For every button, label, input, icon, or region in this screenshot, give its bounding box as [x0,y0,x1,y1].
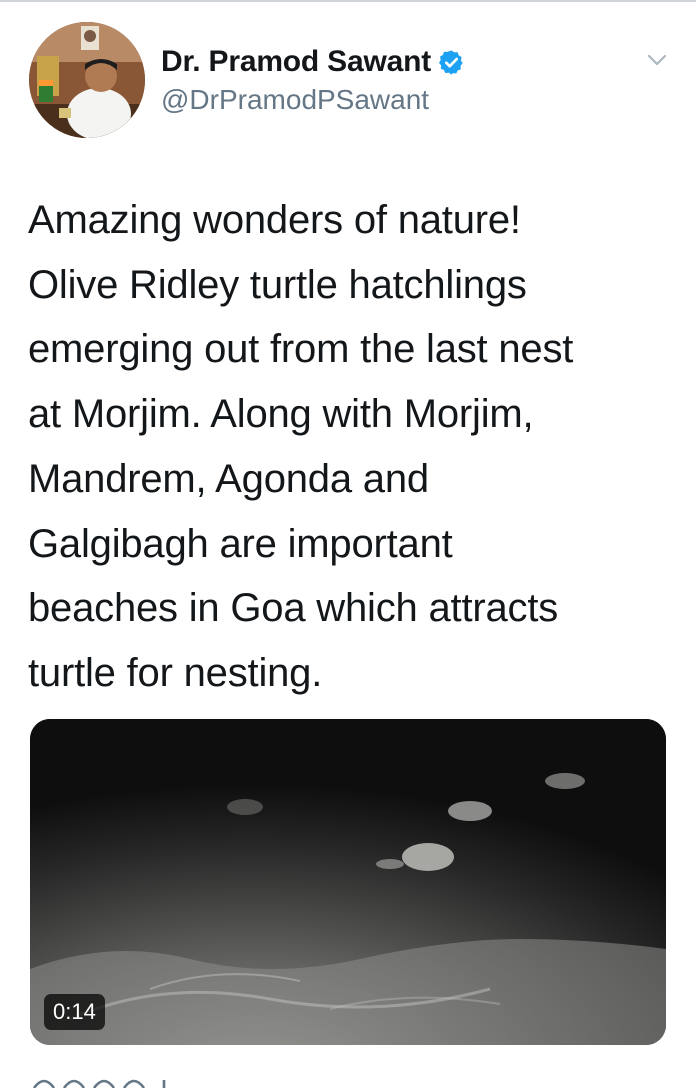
chevron-down-icon[interactable] [646,52,668,68]
tweet-text-line: beaches in Goa which attracts [28,586,559,631]
author-name-row: Dr. Pramod Sawant [161,44,465,80]
top-divider [0,0,696,2]
tweet-text-line: emerging out from the last nest [28,327,574,372]
views-count-partial [30,1058,190,1088]
tweet-text-line: Mandrem, Agonda and [28,456,429,501]
avatar[interactable] [29,22,145,138]
tweet-text-line: Olive Ridley turtle hatchlings [28,262,527,307]
video-thumbnail [30,719,666,1045]
verified-badge-icon [439,49,463,75]
views-count-cutoff [32,1079,166,1088]
avatar-photo [29,22,145,138]
tweet-text-line: Amazing wonders of nature! [28,198,521,242]
tweet-text-line: turtle for nesting. [28,650,323,695]
tweet-text-line: Galgibagh are important [28,521,453,566]
tweet-text-line: at Morjim. Along with Morjim, [28,392,534,437]
video-duration-badge: 0:14 [44,994,105,1030]
video-player[interactable] [30,719,666,1045]
tweet-text: Amazing wonders of nature! Olive Ridley … [28,188,678,706]
author-handle[interactable]: @DrPramodPSawant [161,84,429,116]
author-display-name[interactable]: Dr. Pramod Sawant [161,45,431,79]
